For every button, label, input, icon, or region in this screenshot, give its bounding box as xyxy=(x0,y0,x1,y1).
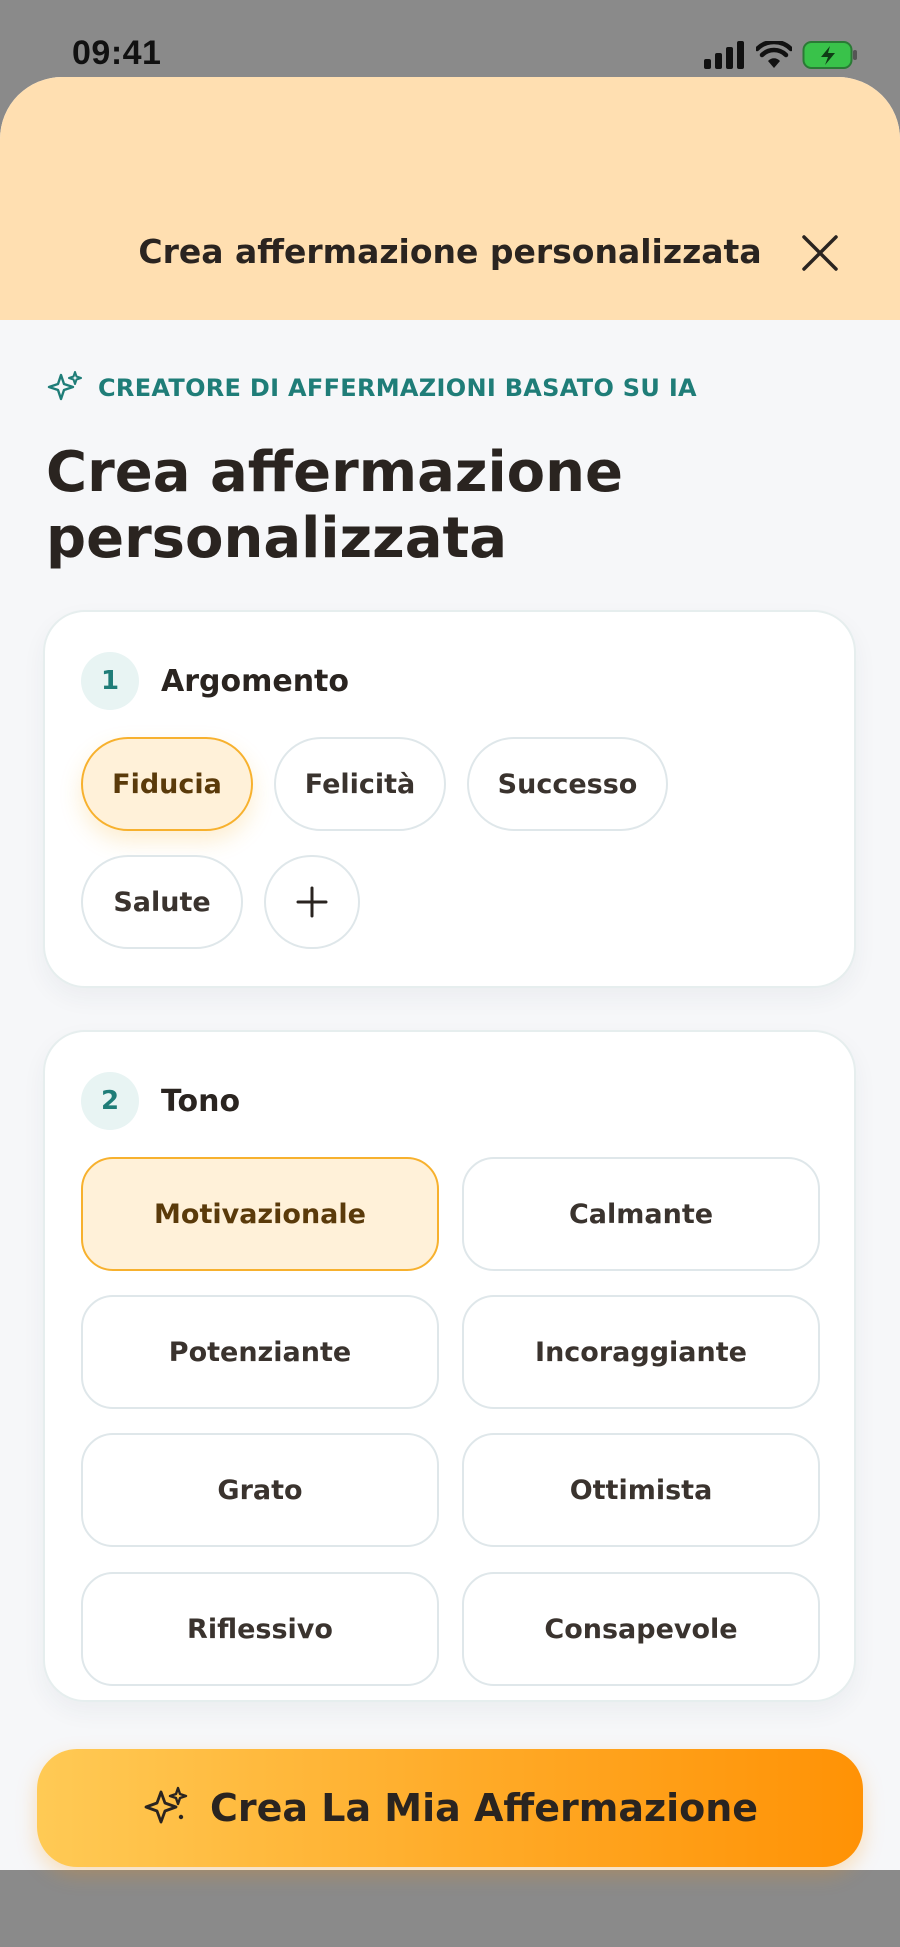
eyebrow-text: CREATORE DI AFFERMAZIONI BASATO SU IA xyxy=(98,374,697,402)
status-time: 09:41 xyxy=(72,34,162,72)
sparkles-icon xyxy=(47,371,82,401)
status-bar: 09:41 xyxy=(0,0,900,78)
topic-chip-successo[interactable]: Successo xyxy=(467,737,668,831)
close-icon xyxy=(802,235,838,271)
page-title: Crea affermazione personalizzata xyxy=(46,440,623,571)
signal-icon xyxy=(704,41,744,69)
status-icons xyxy=(704,40,858,70)
topic-card: 1 Argomento Fiducia Felicità Successo Sa… xyxy=(43,610,856,988)
topic-chip-felicita[interactable]: Felicità xyxy=(274,737,446,831)
wifi-icon xyxy=(756,41,792,68)
tone-option-motivazionale[interactable]: Motivazionale xyxy=(81,1157,439,1271)
topic-chip-fiducia[interactable]: Fiducia xyxy=(81,737,253,831)
step-label: Argomento xyxy=(161,663,350,699)
tone-option-ottimista[interactable]: Ottimista xyxy=(462,1433,820,1547)
cta-label: Crea La Mia Affermazione xyxy=(209,1786,759,1830)
tone-step: 2 Tono xyxy=(81,1072,240,1130)
step-number: 1 xyxy=(81,652,139,710)
ai-creator-label: CREATORE DI AFFERMAZIONI BASATO SU IA xyxy=(46,369,697,407)
close-button[interactable] xyxy=(796,229,844,277)
plus-icon xyxy=(296,886,328,918)
create-affirmation-button[interactable]: Crea La Mia Affermazione xyxy=(37,1749,863,1867)
tone-option-consapevole[interactable]: Consapevole xyxy=(462,1572,820,1686)
tone-option-potenziante[interactable]: Potenziante xyxy=(81,1295,439,1409)
tone-card: 2 Tono Motivazionale Calmante Potenziant… xyxy=(43,1030,856,1702)
step-label: Tono xyxy=(161,1083,241,1119)
battery-icon xyxy=(802,41,857,69)
tone-option-calmante[interactable]: Calmante xyxy=(462,1157,820,1271)
tone-option-grato[interactable]: Grato xyxy=(81,1433,439,1547)
topic-step: 1 Argomento xyxy=(81,652,349,710)
step-number: 2 xyxy=(81,1072,139,1130)
add-topic-button[interactable] xyxy=(264,855,360,949)
topic-chip-salute[interactable]: Salute xyxy=(81,855,243,949)
sheet-header: Crea affermazione personalizzata xyxy=(0,77,900,320)
sparkles-icon xyxy=(144,1786,188,1824)
tone-option-riflessivo[interactable]: Riflessivo xyxy=(81,1572,439,1686)
sheet-title: Crea affermazione personalizzata xyxy=(138,232,762,271)
tone-option-incoraggiante[interactable]: Incoraggiante xyxy=(462,1295,820,1409)
